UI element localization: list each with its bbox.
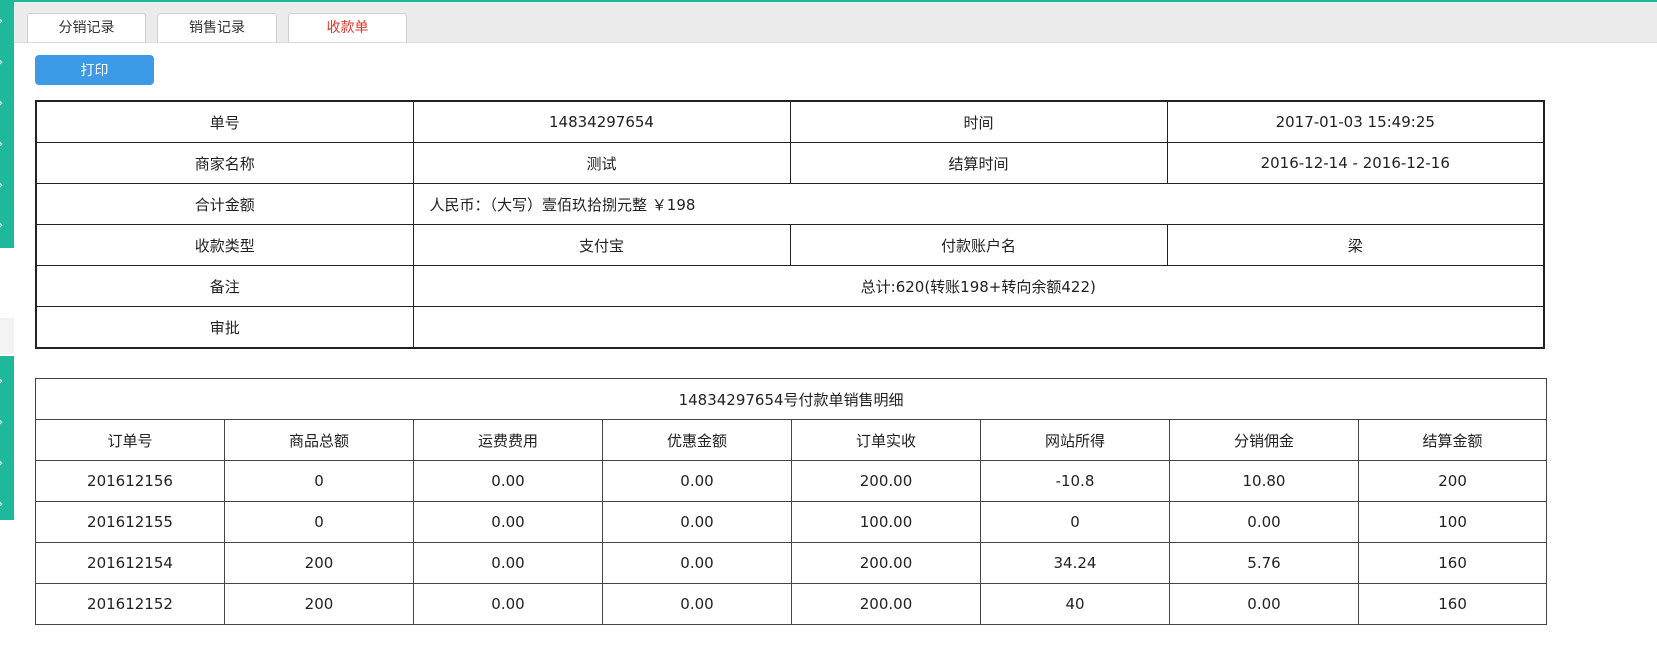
tab-sales-records[interactable]: 销售记录 <box>157 13 277 42</box>
table-row: 201612156 0 0.00 0.00 200.00 -10.8 10.80 200 <box>35 460 1548 502</box>
table-cell: 0.00 <box>602 501 792 543</box>
table-cell: 40 <box>980 583 1170 625</box>
table-cell: 200 <box>224 583 414 625</box>
payment-type-value: 支付宝 <box>412 224 791 266</box>
table-header-row: 订单号 商品总额 运费费用 优惠金额 订单实收 网站所得 分销佣金 结算金额 <box>35 419 1548 461</box>
print-button[interactable]: 打印 <box>35 55 154 85</box>
table-cell: 201612155 <box>35 501 225 543</box>
table-cell: 0.00 <box>1169 583 1359 625</box>
table-cell: 0.00 <box>602 542 792 584</box>
approval-label: 审批 <box>35 306 414 349</box>
table-row: 单号 14834297654 时间 2017-01-03 15:49:25 <box>35 100 1545 143</box>
settle-time-label: 结算时间 <box>789 142 1168 184</box>
table-cell: 201612152 <box>35 583 225 625</box>
table-cell: 200.00 <box>791 460 981 502</box>
time-label: 时间 <box>789 100 1168 143</box>
table-cell: 200 <box>1357 460 1548 502</box>
table-cell: 0.00 <box>413 460 603 502</box>
table-cell: 100.00 <box>791 501 981 543</box>
table-cell: 0.00 <box>413 583 603 625</box>
chevron-right-icon[interactable]: › <box>0 413 14 433</box>
tab-receipt[interactable]: 收款单 <box>288 13 407 42</box>
table-row: 201612155 0 0.00 0.00 100.00 0 0.00 100 <box>35 501 1548 543</box>
table-cell: 34.24 <box>980 542 1170 584</box>
table-cell: 0 <box>224 501 414 543</box>
table-cell: 200.00 <box>791 583 981 625</box>
tab-bar: 分销记录 销售记录 收款单 <box>0 2 1657 43</box>
table-cell: -10.8 <box>980 460 1170 502</box>
remark-value: 总计:620(转账198+转向余额422) <box>412 265 1545 307</box>
detail-title: 14834297654号付款单销售明细 <box>34 378 1548 420</box>
settle-time-value: 2016-12-14 - 2016-12-16 <box>1166 142 1545 184</box>
payer-account-value: 梁 <box>1166 224 1545 266</box>
table-row: 201612152 200 0.00 0.00 200.00 40 0.00 160 <box>35 583 1548 625</box>
column-header: 订单号 <box>35 419 225 461</box>
column-header: 订单实收 <box>791 419 981 461</box>
chevron-right-icon[interactable]: › <box>0 372 14 392</box>
table-cell: 10.80 <box>1169 460 1359 502</box>
table-row: 审批 <box>35 306 1545 349</box>
table-cell: 201612156 <box>35 460 225 502</box>
table-cell: 200 <box>224 542 414 584</box>
column-header: 结算金额 <box>1357 419 1548 461</box>
tab-distribution-records[interactable]: 分销记录 <box>27 13 146 42</box>
table-row: 备注 总计:620(转账198+转向余额422) <box>35 265 1545 307</box>
table-cell: 0 <box>224 460 414 502</box>
table-cell: 160 <box>1357 583 1548 625</box>
table-caption-row: 14834297654号付款单销售明细 <box>34 378 1548 420</box>
chevron-right-icon[interactable]: › <box>0 176 14 196</box>
table-cell: 0.00 <box>413 542 603 584</box>
chevron-right-icon[interactable]: › <box>0 12 14 32</box>
order-no-label: 单号 <box>35 100 414 143</box>
table-cell: 0.00 <box>413 501 603 543</box>
total-value: 人民币：（大写）壹佰玖拾捌元整 ￥198 <box>412 183 1545 225</box>
payer-account-label: 付款账户名 <box>789 224 1168 266</box>
column-header: 网站所得 <box>980 419 1170 461</box>
table-cell: 0 <box>980 501 1170 543</box>
sidebar-strip-upper: › › › › › › <box>0 2 14 248</box>
chevron-right-icon[interactable]: › <box>0 94 14 114</box>
chevron-right-icon[interactable]: › <box>0 216 14 236</box>
column-header: 优惠金额 <box>602 419 792 461</box>
table-row: 201612154 200 0.00 0.00 200.00 34.24 5.76 160 <box>35 542 1548 584</box>
table-cell: 0.00 <box>1169 501 1359 543</box>
table-row: 商家名称 测试 结算时间 2016-12-14 - 2016-12-16 <box>35 142 1545 184</box>
table-cell: 100 <box>1357 501 1548 543</box>
sidebar-gap <box>0 318 14 354</box>
time-value: 2017-01-03 15:49:25 <box>1166 100 1545 143</box>
column-header: 分销佣金 <box>1169 419 1359 461</box>
table-cell: 0.00 <box>602 460 792 502</box>
order-no-value: 14834297654 <box>412 100 791 143</box>
table-row: 收款类型 支付宝 付款账户名 梁 <box>35 224 1545 266</box>
table-cell: 5.76 <box>1169 542 1359 584</box>
total-label: 合计金额 <box>35 183 414 225</box>
sales-detail-table: 14834297654号付款单销售明细 订单号 商品总额 运费费用 优惠金额 订单实收网… <box>34 378 1548 625</box>
merchant-label: 商家名称 <box>35 142 414 184</box>
payment-type-label: 收款类型 <box>35 224 414 266</box>
table-cell: 0.00 <box>602 583 792 625</box>
table-row: 合计金额 人民币：（大写）壹佰玖拾捌元整 ￥198 <box>35 183 1545 225</box>
merchant-value: 测试 <box>412 142 791 184</box>
chevron-right-icon[interactable]: › <box>0 135 14 155</box>
chevron-right-icon[interactable]: › <box>0 495 14 515</box>
chevron-right-icon[interactable]: › <box>0 53 14 73</box>
table-cell: 201612154 <box>35 542 225 584</box>
column-header: 商品总额 <box>224 419 414 461</box>
approval-value <box>412 306 1545 349</box>
receipt-info-table: 单号 14834297654 时间 2017-01-03 15:49:25 商家… <box>35 100 1545 349</box>
table-cell: 160 <box>1357 542 1548 584</box>
chevron-right-icon[interactable]: › <box>0 454 14 474</box>
table-cell: 200.00 <box>791 542 981 584</box>
column-header: 运费费用 <box>413 419 603 461</box>
sidebar-strip-lower: › › › › <box>0 356 14 520</box>
remark-label: 备注 <box>35 265 414 307</box>
